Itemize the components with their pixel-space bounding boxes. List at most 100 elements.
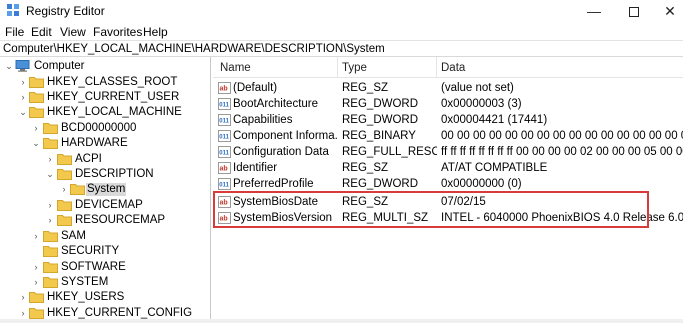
address-bar[interactable]: Computer\HKEY_LOCAL_MACHINE\HARDWARE\DES… — [0, 40, 683, 57]
maximize-icon — [629, 7, 639, 18]
tree-node-label: BCD00000000 — [61, 122, 137, 134]
folder-icon — [43, 123, 58, 134]
svg-text:011: 011 — [219, 183, 229, 189]
folder-icon — [29, 92, 44, 103]
svg-text:011: 011 — [219, 135, 229, 141]
tree-node-hkey-local-machine[interactable]: ⌄ HKEY_LOCAL_MACHINE — [0, 105, 209, 120]
expand-icon[interactable]: › — [31, 260, 41, 275]
folder-icon — [57, 215, 72, 226]
tree-node-resourcemap[interactable]: › RESOURCEMAP — [0, 213, 209, 228]
tree-node-description[interactable]: ⌄ DESCRIPTION — [0, 167, 209, 182]
tree-node-label: DEVICEMAP — [75, 199, 143, 211]
tree-node-label: HKEY_CLASSES_ROOT — [47, 76, 178, 88]
expand-icon[interactable]: › — [59, 182, 69, 197]
binary-value-icon: 011 — [218, 130, 231, 142]
folder-open-icon — [57, 169, 72, 180]
tree-node-label: System — [86, 183, 127, 196]
tree-node-software[interactable]: › SOFTWARE — [0, 260, 209, 275]
value-name: Component Informa... — [233, 130, 337, 142]
menu-bar: File Edit View Favorites Help — [0, 22, 683, 40]
expand-icon[interactable]: › — [31, 229, 41, 244]
tree-node-hkey-current-user[interactable]: › HKEY_CURRENT_USER — [0, 90, 209, 105]
tree-node-hkey-classes-root[interactable]: › HKEY_CLASSES_ROOT — [0, 75, 209, 90]
binary-value-icon: 011 — [218, 178, 231, 190]
tree-node-computer[interactable]: ⌄ Computer — [0, 59, 209, 74]
collapse-icon[interactable]: ⌄ — [18, 105, 28, 120]
folder-icon — [43, 231, 58, 242]
svg-text:011: 011 — [219, 151, 229, 157]
expand-icon[interactable]: › — [18, 90, 28, 105]
value-name: Capabilities — [233, 114, 293, 126]
tree-node-bcd[interactable]: › BCD00000000 — [0, 121, 209, 136]
expand-icon[interactable]: › — [45, 198, 55, 213]
tree-node-system-selected[interactable]: › System — [0, 182, 209, 197]
value-name: Configuration Data — [233, 146, 329, 158]
tree-node-hardware[interactable]: ⌄ HARDWARE — [0, 136, 209, 151]
column-header-type[interactable]: Type — [342, 62, 367, 74]
address-path[interactable]: Computer\HKEY_LOCAL_MACHINE\HARDWARE\DES… — [3, 43, 385, 55]
tree-node-security[interactable]: SECURITY — [0, 244, 209, 259]
value-data: 00 00 00 00 00 00 00 00 00 00 00 00 00 0… — [441, 130, 683, 142]
expand-icon[interactable]: › — [45, 152, 55, 167]
tree-node-hkey-users[interactable]: › HKEY_USERS — [0, 290, 209, 305]
tree-node-acpi[interactable]: › ACPI — [0, 152, 209, 167]
menu-view[interactable]: View — [60, 25, 86, 39]
minimize-button[interactable]: — — [574, 0, 614, 22]
maximize-button[interactable] — [614, 0, 654, 22]
folder-icon — [29, 292, 44, 303]
value-row-preferredprofile[interactable]: 011 PreferredProfile REG_DWORD 0x0000000… — [213, 176, 683, 192]
value-name: Identifier — [233, 162, 278, 174]
expand-icon[interactable] — [31, 244, 41, 259]
folder-icon — [43, 262, 58, 273]
folder-icon — [70, 184, 85, 195]
value-name: PreferredProfile — [233, 178, 314, 190]
tree-node-label: RESOURCEMAP — [75, 214, 166, 226]
value-row-identifier[interactable]: ab Identifier REG_SZ AT/AT COMPATIBLE — [213, 160, 683, 176]
close-button[interactable]: ✕ — [650, 0, 683, 22]
window-title: Registry Editor — [26, 4, 105, 18]
value-row-configuration-data[interactable]: 011 Configuration Data REG_FULL_RESOU...… — [213, 144, 683, 160]
svg-text:011: 011 — [219, 103, 229, 109]
pane-splitter[interactable] — [210, 57, 211, 323]
expand-icon[interactable]: › — [18, 75, 28, 90]
value-name: (Default) — [233, 82, 278, 94]
tree-node-label: Computer — [34, 60, 85, 72]
tree-node-label: SAM — [61, 230, 86, 242]
tree-node-label: SOFTWARE — [61, 261, 126, 273]
menu-help[interactable]: Help — [143, 25, 168, 39]
tree-node-devicemap[interactable]: › DEVICEMAP — [0, 198, 209, 213]
collapse-icon[interactable]: ⌄ — [4, 59, 14, 74]
menu-file[interactable]: File — [5, 25, 24, 39]
folder-open-icon — [29, 107, 44, 118]
expand-icon[interactable]: › — [18, 290, 28, 305]
horizontal-scrollbar[interactable] — [0, 319, 683, 323]
svg-text:ab: ab — [220, 166, 228, 173]
tree-node-label: HKEY_CURRENT_USER — [47, 91, 180, 103]
tree-node-sam[interactable]: › SAM — [0, 229, 209, 244]
menu-edit[interactable]: Edit — [31, 25, 52, 39]
tree-node-label: DESCRIPTION — [75, 168, 154, 180]
value-row-component-information[interactable]: 011 Component Informa... REG_BINARY 00 0… — [213, 128, 683, 144]
string-value-icon: ab — [218, 82, 231, 94]
expand-icon[interactable]: › — [31, 121, 41, 136]
binary-value-icon: 011 — [218, 114, 231, 126]
value-row-default[interactable]: ab (Default) REG_SZ (value not set) — [213, 80, 683, 96]
value-row-bootarchitecture[interactable]: 011 BootArchitecture REG_DWORD 0x0000000… — [213, 96, 683, 112]
values-list: Name Type Data ab (Default) REG_SZ (valu… — [213, 57, 683, 323]
expand-icon[interactable]: › — [31, 275, 41, 290]
collapse-icon[interactable]: ⌄ — [31, 136, 41, 151]
column-divider[interactable] — [337, 57, 338, 78]
column-header-data[interactable]: Data — [441, 62, 465, 74]
expand-icon[interactable]: › — [45, 213, 55, 228]
tree-node-system[interactable]: › SYSTEM — [0, 275, 209, 290]
value-type: REG_SZ — [342, 162, 389, 174]
value-type: REG_BINARY — [342, 130, 416, 142]
column-divider[interactable] — [436, 57, 437, 78]
value-row-capabilities[interactable]: 011 Capabilities REG_DWORD 0x00004421 (1… — [213, 112, 683, 128]
column-header-name[interactable]: Name — [220, 62, 251, 74]
list-header: Name Type Data — [213, 57, 683, 78]
string-value-icon: ab — [218, 162, 231, 174]
collapse-icon[interactable]: ⌄ — [45, 167, 55, 182]
value-type: REG_DWORD — [342, 178, 419, 190]
menu-favorites[interactable]: Favorites — [93, 25, 142, 39]
